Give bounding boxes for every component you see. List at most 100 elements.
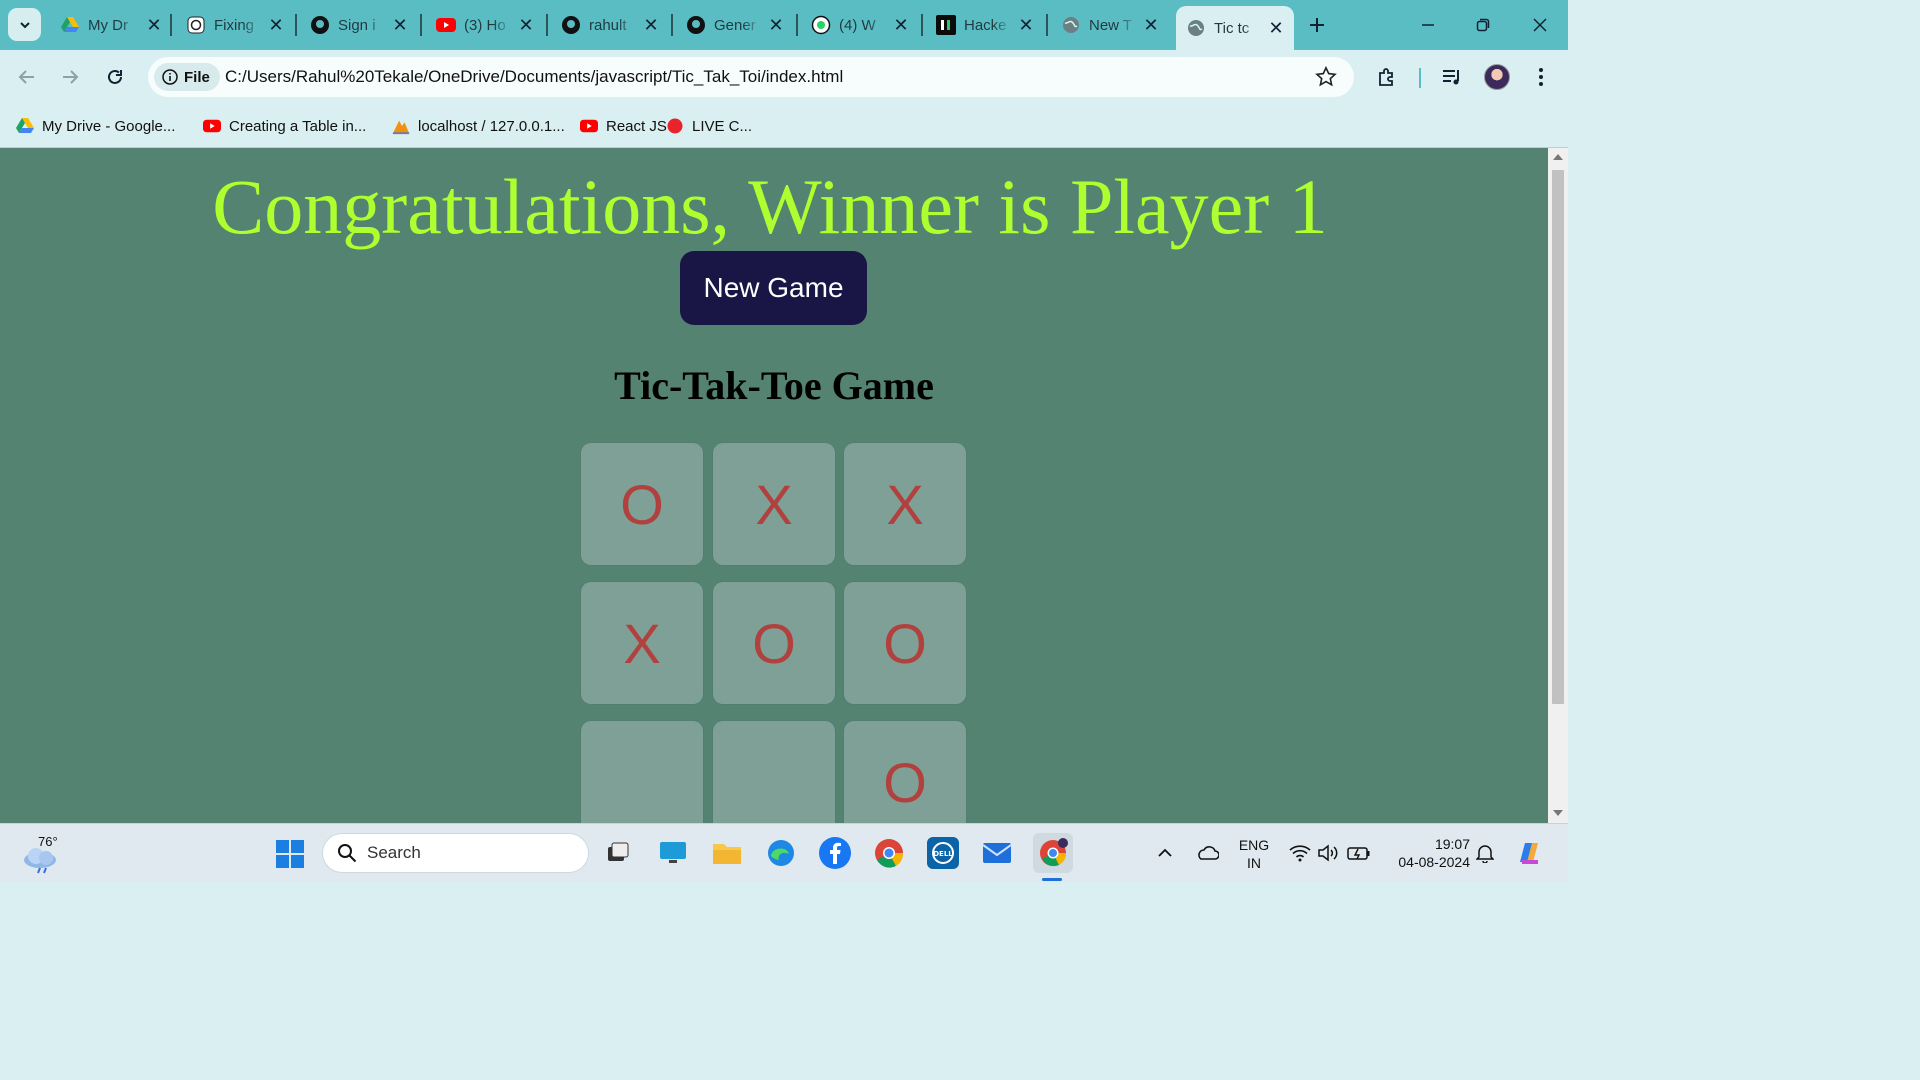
show-hidden-icons-button[interactable] bbox=[1152, 837, 1178, 869]
chrome-profile-icon[interactable] bbox=[1033, 833, 1073, 873]
board-cell[interactable]: X bbox=[581, 582, 703, 704]
clock[interactable]: 19:07 04-08-2024 bbox=[1384, 835, 1470, 871]
forward-button[interactable] bbox=[55, 62, 85, 92]
back-button[interactable] bbox=[12, 62, 42, 92]
battery-icon[interactable] bbox=[1345, 837, 1373, 869]
board-cell[interactable] bbox=[713, 721, 835, 823]
wifi-icon[interactable] bbox=[1286, 837, 1314, 869]
tab-youtube[interactable]: (3) Ho ✕ bbox=[426, 6, 544, 44]
new-game-button[interactable]: New Game bbox=[680, 251, 867, 325]
profile-avatar[interactable] bbox=[1484, 64, 1510, 90]
github-icon bbox=[561, 15, 581, 35]
tab-sign-in[interactable]: Sign i ✕ bbox=[300, 6, 418, 44]
scroll-up-arrow-icon[interactable] bbox=[1553, 154, 1563, 160]
toolbar-divider bbox=[1419, 68, 1421, 88]
mail-icon[interactable] bbox=[981, 837, 1013, 869]
desktop-icon[interactable] bbox=[657, 837, 689, 869]
tab-title: Sign i bbox=[338, 16, 376, 34]
board-cell[interactable] bbox=[581, 721, 703, 823]
bookmark-my-drive[interactable]: My Drive - Google... bbox=[16, 114, 175, 138]
volume-icon[interactable] bbox=[1314, 837, 1342, 869]
bookmark-creating-table[interactable]: Creating a Table in... bbox=[203, 114, 366, 138]
close-icon[interactable]: ✕ bbox=[643, 15, 659, 35]
board-cell[interactable]: O bbox=[844, 582, 966, 704]
board-cell[interactable]: O bbox=[581, 443, 703, 565]
close-icon[interactable]: ✕ bbox=[518, 15, 534, 35]
board-cell[interactable]: O bbox=[844, 721, 966, 823]
info-icon bbox=[162, 69, 178, 85]
taskbar-search-box[interactable]: Search bbox=[322, 833, 589, 873]
youtube-icon bbox=[203, 119, 221, 133]
tab-hackerrank[interactable]: Hacke ✕ bbox=[926, 6, 1044, 44]
tab-separator bbox=[796, 14, 798, 36]
media-queue-icon bbox=[1443, 70, 1459, 85]
clock-date: 04-08-2024 bbox=[1398, 854, 1470, 870]
bookmarks-bar: My Drive - Google... Creating a Table in… bbox=[0, 104, 1568, 148]
copilot-icon[interactable] bbox=[1512, 837, 1546, 869]
youtube-icon bbox=[436, 15, 456, 35]
windows-taskbar: 76° Search DELL ENG IN 19:07 04-08-2024 bbox=[0, 823, 1568, 882]
bookmark-live[interactable]: LIVE C... bbox=[666, 114, 752, 138]
tab-separator bbox=[1046, 14, 1048, 36]
new-tab-button[interactable] bbox=[1304, 12, 1330, 38]
board-cell[interactable]: X bbox=[713, 443, 835, 565]
language-code: ENG bbox=[1238, 837, 1270, 853]
close-icon[interactable]: ✕ bbox=[768, 15, 784, 35]
site-info-chip[interactable]: File bbox=[154, 63, 220, 91]
hackerrank-icon bbox=[936, 15, 956, 35]
game-title: Tic-Tak-Toe Game bbox=[614, 363, 934, 408]
bookmark-label: My Drive - Google... bbox=[42, 117, 176, 135]
red-dot-icon bbox=[667, 118, 683, 134]
facebook-icon[interactable] bbox=[819, 837, 851, 869]
page-scrollbar[interactable] bbox=[1548, 148, 1568, 823]
bookmark-localhost[interactable]: localhost / 127.0.0.1... bbox=[392, 114, 565, 138]
reload-button[interactable] bbox=[100, 62, 130, 92]
url-text[interactable]: C:/Users/Rahul%20Tekale/OneDrive/Documen… bbox=[225, 67, 843, 87]
tab-my-drive[interactable]: My Dr ✕ bbox=[50, 6, 172, 44]
scroll-thumb[interactable] bbox=[1552, 170, 1564, 704]
dell-icon[interactable]: DELL bbox=[927, 837, 959, 869]
address-bar[interactable]: File C:/Users/Rahul%20Tekale/OneDrive/Do… bbox=[148, 57, 1354, 97]
close-icon[interactable]: ✕ bbox=[1268, 18, 1284, 38]
chevron-down-icon bbox=[19, 21, 30, 28]
bookmark-label: React JS bbox=[606, 117, 667, 135]
scroll-down-arrow-icon[interactable] bbox=[1553, 810, 1563, 816]
chrome-icon[interactable] bbox=[873, 837, 905, 869]
bookmark-star-icon[interactable] bbox=[1314, 65, 1338, 89]
close-window-button[interactable] bbox=[1525, 10, 1555, 40]
tab-search-button[interactable] bbox=[8, 8, 41, 41]
task-view-icon[interactable] bbox=[602, 837, 634, 869]
board-cell[interactable]: X bbox=[844, 443, 966, 565]
browser-menu-button[interactable] bbox=[1528, 64, 1554, 90]
language-indicator[interactable]: ENG IN bbox=[1234, 836, 1274, 872]
tab-rahult[interactable]: rahult ✕ bbox=[551, 6, 669, 44]
notification-bell-icon[interactable] bbox=[1472, 837, 1498, 869]
tab-tic-tac-toe[interactable]: Tic tc ✕ bbox=[1176, 6, 1294, 50]
more-vertical-icon bbox=[1539, 68, 1543, 86]
restore-button[interactable] bbox=[1468, 10, 1498, 40]
tab-fixing[interactable]: Fixing ✕ bbox=[176, 6, 294, 44]
close-icon[interactable]: ✕ bbox=[893, 15, 909, 35]
close-icon[interactable]: ✕ bbox=[268, 15, 284, 35]
close-icon[interactable]: ✕ bbox=[392, 15, 408, 35]
tab-new-tab[interactable]: New T ✕ bbox=[1051, 6, 1169, 44]
tab-general[interactable]: Gener ✕ bbox=[676, 6, 794, 44]
clock-time: 19:07 bbox=[1434, 836, 1470, 852]
chevron-up-icon bbox=[1158, 848, 1172, 857]
tab-separator bbox=[420, 14, 422, 36]
start-button[interactable] bbox=[276, 840, 304, 868]
media-control-button[interactable] bbox=[1439, 64, 1465, 90]
close-icon[interactable]: ✕ bbox=[1143, 15, 1159, 35]
board-cell[interactable]: O bbox=[713, 582, 835, 704]
onedrive-icon[interactable] bbox=[1192, 837, 1222, 869]
bookmark-react-js[interactable]: React JS bbox=[580, 114, 667, 138]
tab-separator bbox=[671, 14, 673, 36]
close-icon[interactable]: ✕ bbox=[146, 15, 162, 35]
extensions-button[interactable] bbox=[1374, 64, 1400, 90]
minimize-button[interactable] bbox=[1413, 10, 1443, 40]
arrow-right-icon bbox=[63, 70, 79, 84]
file-explorer-icon[interactable] bbox=[711, 837, 743, 869]
tab-whatsapp[interactable]: (4) W ✕ bbox=[801, 6, 919, 44]
edge-icon[interactable] bbox=[765, 837, 797, 869]
close-icon[interactable]: ✕ bbox=[1018, 15, 1034, 35]
